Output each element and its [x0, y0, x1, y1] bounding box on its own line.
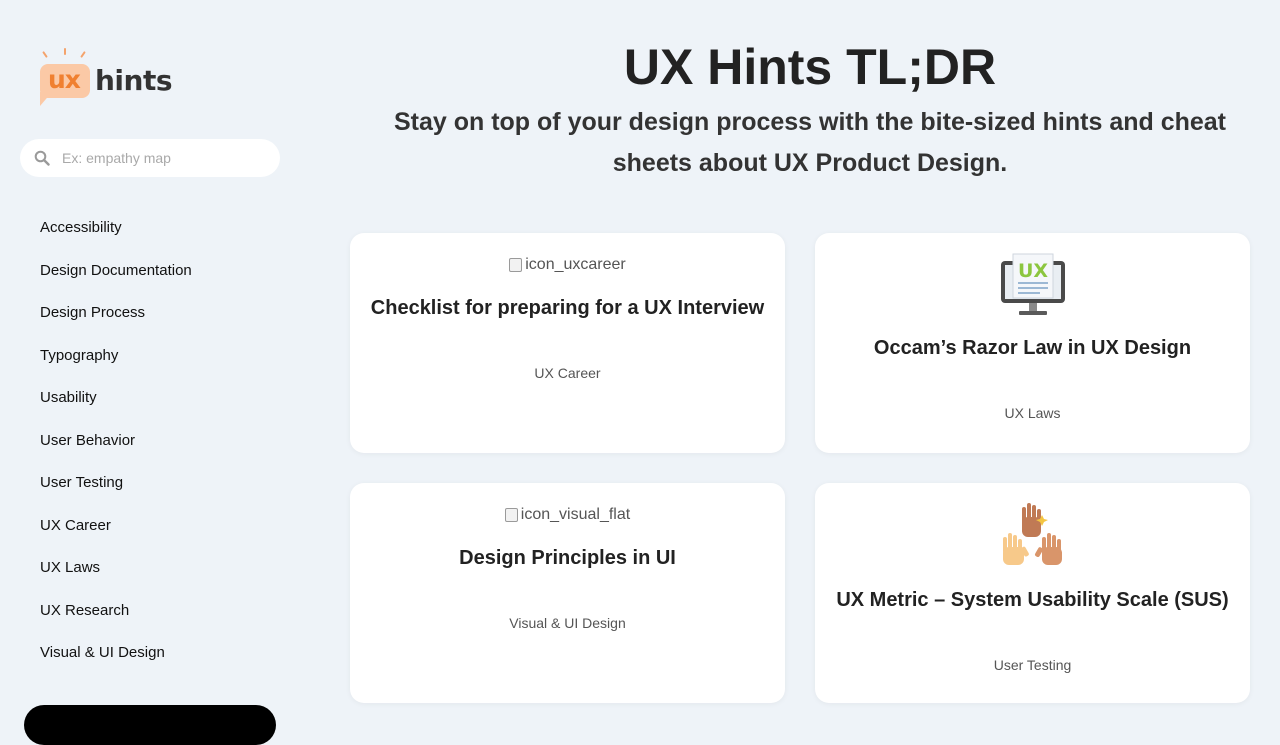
logo-badge-icon: ux [38, 48, 90, 108]
search-icon [34, 150, 50, 166]
page-subtitle: Stay on top of your design process with … [393, 108, 1227, 177]
monitor-ux-text: UX [1017, 260, 1047, 282]
nav-item-design-documentation[interactable]: Design Documentation [40, 250, 192, 293]
nav-item-accessibility[interactable]: Accessibility [40, 207, 192, 250]
search-input[interactable] [60, 149, 264, 167]
card-image-broken: icon_uxcareer [509, 255, 626, 275]
nav-item-visual-ui-design[interactable]: Visual & UI Design [40, 632, 192, 675]
card-title[interactable]: Checklist for preparing for a UX Intervi… [350, 297, 785, 320]
nav-item-ux-career[interactable]: UX Career [40, 505, 192, 548]
page-title: UX Hints TL;DR [623, 39, 997, 95]
card-title[interactable]: Occam’s Razor Law in UX Design [815, 337, 1250, 360]
card-design-principles-ui[interactable]: icon_visual_flat Design Principles in UI… [350, 483, 785, 703]
ux-monitor-icon: UX [1000, 253, 1065, 315]
nav-item-user-behavior[interactable]: User Behavior [40, 420, 192, 463]
logo-text: hints [95, 63, 173, 97]
nav-item-ux-research[interactable]: UX Research [40, 590, 192, 633]
category-nav: Accessibility Design Documentation Desig… [40, 207, 192, 675]
card-category[interactable]: User Testing [815, 657, 1250, 673]
site-logo[interactable]: ux hints [38, 48, 173, 108]
nav-item-design-process[interactable]: Design Process [40, 292, 192, 335]
nav-item-typography[interactable]: Typography [40, 335, 192, 378]
nav-item-user-testing[interactable]: User Testing [40, 462, 192, 505]
card-image-broken: icon_visual_flat [504, 505, 630, 525]
nav-item-ux-laws[interactable]: UX Laws [40, 547, 192, 590]
card-category[interactable]: UX Laws [815, 405, 1250, 421]
nav-item-usability[interactable]: Usability [40, 377, 192, 420]
logo-badge-text: ux [48, 65, 81, 94]
search-box [20, 139, 280, 177]
card-category[interactable]: UX Career [350, 365, 785, 381]
card-title[interactable]: Design Principles in UI [350, 547, 785, 570]
card-category[interactable]: Visual & UI Design [350, 615, 785, 631]
card-title[interactable]: UX Metric – System Usability Scale (SUS) [815, 589, 1250, 612]
card-sus-metric[interactable]: UX Metric – System Usability Scale (SUS)… [815, 483, 1250, 703]
card-occams-razor[interactable]: UX Occam’s Razor Law in UX Design UX Law… [815, 233, 1250, 453]
raised-hands-icon [1002, 503, 1062, 565]
sidebar: ux hints Accessibility Design Documentat… [0, 0, 300, 745]
sidebar-bottom-button[interactable] [24, 705, 276, 745]
card-ux-interview-checklist[interactable]: icon_uxcareer Checklist for preparing fo… [350, 233, 785, 453]
